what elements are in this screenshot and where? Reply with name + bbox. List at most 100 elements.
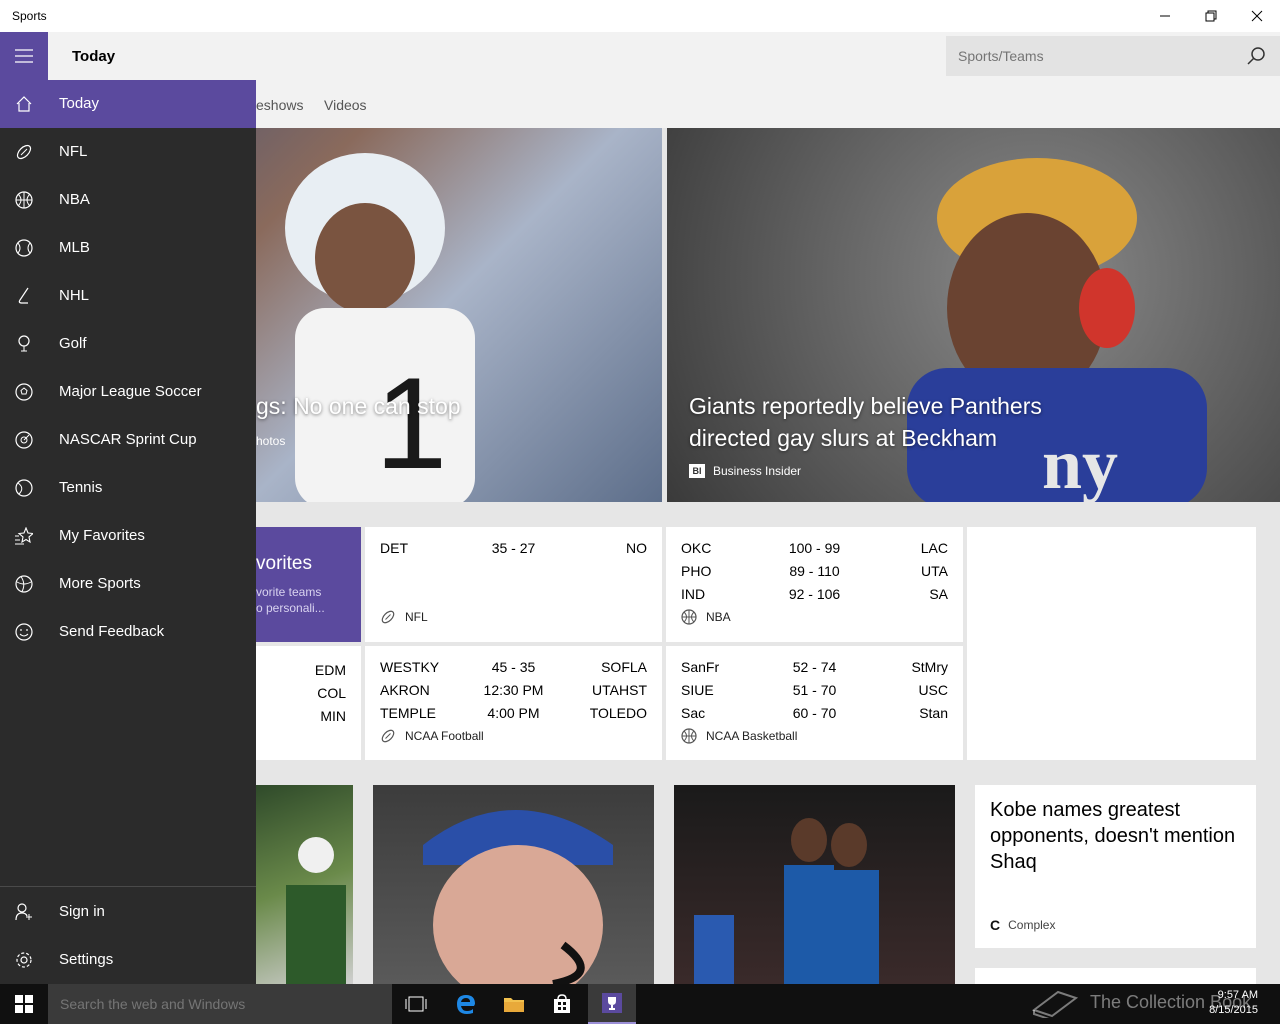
team-name: EDM xyxy=(314,662,346,678)
hero-story-giants[interactable]: ny Giants reportedly believe Panthers di… xyxy=(667,128,1280,502)
hero-headline-giants: Giants reportedly believe Panthers direc… xyxy=(689,390,1042,454)
nav-item-label: NHL xyxy=(59,287,90,304)
hero-source-label: Business Insider xyxy=(713,464,802,478)
news-image-coach-headset xyxy=(423,810,613,984)
nav-divider xyxy=(0,886,256,887)
favorites-card-title: vorites xyxy=(256,553,312,574)
nav-item-more-sports[interactable]: More Sports xyxy=(0,560,256,608)
restore-button[interactable] xyxy=(1188,0,1234,32)
nav-item-tennis[interactable]: Tennis xyxy=(0,464,256,512)
score-row: DET 35 - 27 NO xyxy=(380,540,647,560)
search-box xyxy=(946,36,1280,76)
restore-icon xyxy=(1205,10,1217,22)
score-row: SanFr 52 - 74 StMry xyxy=(681,659,948,679)
tab-videos[interactable]: Videos xyxy=(324,97,367,113)
star-list-icon xyxy=(15,527,33,545)
hero-source: hotos xyxy=(256,434,285,448)
news-tile-thunder[interactable] xyxy=(674,785,955,984)
home-icon xyxy=(16,96,32,112)
empty-card xyxy=(967,527,1256,760)
nav-item-label: My Favorites xyxy=(59,527,145,544)
news-card-kobe[interactable]: Kobe names greatest opponents, doesn't m… xyxy=(975,785,1256,948)
page-title: Today xyxy=(72,48,116,65)
hamburger-menu-button[interactable] xyxy=(0,32,48,80)
nav-item-settings[interactable]: Settings xyxy=(0,936,256,984)
windows-taskbar: The Collection Book 9:57 AM 8/15/2015 xyxy=(0,984,1280,1024)
nav-item-label: Major League Soccer xyxy=(59,383,202,400)
search-icon[interactable] xyxy=(1246,46,1266,66)
score-row: SIUE 51 - 70 USC xyxy=(681,682,948,702)
more-sports-icon xyxy=(15,575,33,593)
nav-item-send-feedback[interactable]: Send Feedback xyxy=(0,608,256,656)
home-team: SOFLA xyxy=(601,659,647,675)
tab-slideshows[interactable]: eshows xyxy=(256,97,303,113)
app-header: Today xyxy=(0,32,1280,80)
clock-time: 9:57 AM xyxy=(1217,989,1258,1001)
score-row: OKC 100 - 99 LAC xyxy=(681,540,948,560)
basketball-icon xyxy=(681,609,697,625)
basketball-icon xyxy=(681,728,697,744)
hockey-icon xyxy=(18,287,29,304)
close-button[interactable] xyxy=(1234,0,1280,32)
nhl-team-list: EDM COL MIN xyxy=(315,659,346,728)
favorites-card[interactable]: vorites vorite teams o personali... xyxy=(256,527,361,642)
search-input[interactable] xyxy=(946,36,1236,76)
nav-item-nba[interactable]: NBA xyxy=(0,176,256,224)
task-view-button[interactable] xyxy=(392,984,440,1024)
business-insider-logo: BI xyxy=(689,464,705,478)
nav-item-today[interactable]: Today xyxy=(0,80,256,128)
nav-item-nfl[interactable]: NFL xyxy=(0,128,256,176)
hero-image-football-player: 1 xyxy=(285,153,475,502)
score: 100 - 99 xyxy=(788,540,841,556)
news-tile-packers[interactable] xyxy=(256,785,353,984)
score-card-ncaa-football[interactable]: WESTKY 45 - 35 SOFLA AKRON 12:30 PM UTAH… xyxy=(365,646,662,760)
nav-item-soccer[interactable]: Major League Soccer xyxy=(0,368,256,416)
svg-text:ny: ny xyxy=(1042,424,1118,502)
edge-icon xyxy=(457,995,475,1014)
score: 35 - 27 xyxy=(491,540,536,556)
news-headline: Kobe names greatest opponents, doesn't m… xyxy=(990,799,1236,873)
hero-headline-line1: Giants reportedly believe Panthers xyxy=(689,393,1042,419)
nav-item-my-favorites[interactable]: My Favorites xyxy=(0,512,256,560)
book-icon xyxy=(1031,990,1079,1018)
favorites-card-line2: o personali... xyxy=(256,601,325,615)
hero-source-label: hotos xyxy=(256,434,286,448)
score-card-ncaa-basketball[interactable]: SanFr 52 - 74 StMry SIUE 51 - 70 USC Sac… xyxy=(666,646,963,760)
system-clock[interactable]: 9:57 AM 8/15/2015 xyxy=(1209,988,1258,1018)
home-team: TOLEDO xyxy=(589,705,647,721)
trophy-icon xyxy=(602,993,622,1013)
league-label: NCAA Football xyxy=(380,728,484,744)
league-name: NCAA Basketball xyxy=(706,729,798,743)
score-row: Sac 60 - 70 Stan xyxy=(681,705,948,725)
league-name: NCAA Football xyxy=(405,729,484,743)
edge-browser-button[interactable] xyxy=(442,984,490,1024)
news-tile-coach[interactable] xyxy=(373,785,654,984)
news-card-next[interactable] xyxy=(975,968,1256,984)
score-card-nfl[interactable]: DET 35 - 27 NO NFL xyxy=(365,527,662,642)
baseball-icon xyxy=(15,239,33,257)
nav-item-nhl[interactable]: NHL xyxy=(0,272,256,320)
folder-icon xyxy=(504,998,524,1012)
score-row: PHO 89 - 110 UTA xyxy=(681,563,948,583)
nav-item-sign-in[interactable]: Sign in xyxy=(0,888,256,936)
minimize-button[interactable] xyxy=(1142,0,1188,32)
start-button[interactable] xyxy=(0,984,48,1024)
nav-item-label: Today xyxy=(59,95,100,112)
nav-item-mlb[interactable]: MLB xyxy=(0,224,256,272)
svg-text:1: 1 xyxy=(375,350,447,496)
sports-app-button[interactable] xyxy=(588,984,636,1024)
store-button[interactable] xyxy=(538,984,586,1024)
score-card-nhl[interactable]: EDM COL MIN xyxy=(256,646,361,760)
hamburger-icon xyxy=(15,49,33,63)
nav-item-label: Golf xyxy=(59,335,87,352)
score-card-nba[interactable]: OKC 100 - 99 LAC PHO 89 - 110 UTA IND 92… xyxy=(666,527,963,642)
smiley-icon xyxy=(15,623,33,641)
nav-item-golf[interactable]: Golf xyxy=(0,320,256,368)
home-team: StMry xyxy=(911,659,948,675)
file-explorer-button[interactable] xyxy=(490,984,538,1024)
nav-item-nascar[interactable]: NASCAR Sprint Cup xyxy=(0,416,256,464)
taskbar-search-input[interactable] xyxy=(48,984,392,1024)
home-team: SA xyxy=(929,586,948,602)
score-row: IND 92 - 106 SA xyxy=(681,586,948,606)
basketball-icon xyxy=(15,191,33,209)
